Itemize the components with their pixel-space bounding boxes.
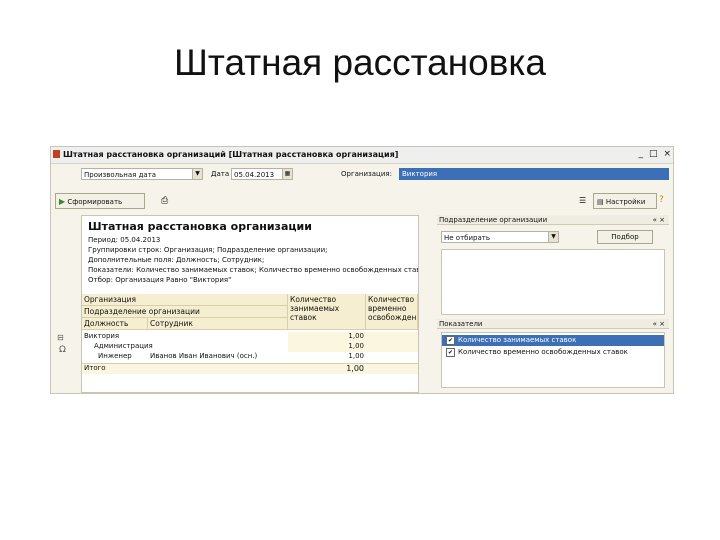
play-icon: ▶ — [59, 197, 66, 206]
collapse-icon[interactable]: ⊟ — [57, 333, 64, 342]
window-title: Штатная расстановка организаций [Штатная… — [63, 150, 399, 159]
panel-collapse-icon[interactable]: « × — [653, 319, 665, 329]
indicators-panel-title: Показатели — [439, 320, 483, 328]
window-titlebar: Штатная расстановка организаций [Штатная… — [51, 147, 673, 164]
report-param-line: Отбор: Организация Равно "Виктория" — [88, 276, 232, 284]
chevron-down-icon[interactable]: ▼ — [192, 169, 202, 179]
report-param-line: Дополнительные поля: Должность; Сотрудни… — [88, 256, 265, 264]
table-cell-empty — [366, 332, 418, 342]
checkbox-checked-icon[interactable]: ✔ — [446, 347, 455, 357]
calendar-icon[interactable]: ▦ — [282, 169, 292, 179]
table-cell-value: 1,00 — [348, 352, 364, 360]
table-cell-value: 1,00 — [288, 342, 366, 352]
indicator-label: Количество временно освобожденных ставок — [458, 348, 628, 356]
report-param-line: Группировки строк: Организация; Подразде… — [88, 246, 328, 254]
date-value: 05.04.2013 — [234, 171, 275, 179]
indicator-label: Количество занимаемых ставок — [458, 336, 577, 344]
report-area: Штатная расстановка организации Период: … — [81, 215, 419, 393]
generate-label: Сформировать — [67, 198, 123, 206]
dept-panel-header: Подразделение организации « × — [437, 215, 669, 225]
date-label: Дата — [211, 170, 230, 178]
report-param-line: Показатели: Количество занимаемых ставок… — [88, 266, 419, 274]
menu-icon[interactable]: ☰ — [579, 196, 586, 205]
pick-button[interactable]: Подбор — [597, 230, 653, 244]
generate-button[interactable]: ▶ Сформировать — [55, 193, 145, 209]
table-row-employee: Иванов Иван Иванович (осн.) — [150, 352, 258, 360]
help-icon[interactable]: ? — [659, 195, 664, 205]
report-param-line: Период: 05.04.2013 — [88, 236, 161, 244]
table-row-position: Инженер — [98, 352, 132, 360]
report-window: Штатная расстановка организаций [Штатная… — [50, 146, 674, 394]
table-cell-empty — [366, 342, 418, 352]
indicators-panel-header: Показатели « × — [437, 319, 669, 329]
org-label: Организация: — [341, 170, 392, 178]
date-field[interactable]: 05.04.2013 ▦ — [231, 168, 293, 180]
period-combo-value: Произвольная дата — [84, 171, 157, 179]
header-position: Должность — [82, 318, 148, 330]
total-empty — [366, 363, 418, 374]
header-count-free: Количество временно освобожденных — [366, 294, 418, 330]
document-icon — [53, 150, 60, 158]
minimize-icon[interactable]: _ — [638, 149, 643, 159]
close-icon[interactable]: × — [663, 149, 671, 159]
indicator-item[interactable]: ✔ Количество временно освобожденных ставо… — [442, 347, 664, 358]
total-value: 1,00 — [288, 363, 366, 374]
print-icon[interactable]: ⎙ — [161, 196, 168, 206]
indicators-list: ✔ Количество занимаемых ставок ✔ Количеств… — [441, 332, 665, 388]
period-combo[interactable]: Произвольная дата ▼ — [81, 168, 203, 180]
dept-filter-value: Не отбирать — [444, 234, 490, 242]
tree-branch-icon: Ω — [59, 345, 66, 355]
header-count-occupied: Количество занимаемых ставок — [288, 294, 366, 330]
settings-side-panel: Подразделение организации « × Не отбират… — [437, 215, 669, 391]
settings-icon: ▤ — [597, 198, 604, 206]
grouping-outline: ⊟ Ω — [51, 333, 79, 393]
org-field[interactable]: Виктория — [399, 168, 669, 180]
header-employee: Сотрудник — [148, 318, 288, 330]
slide-title: Штатная расстановка — [174, 42, 546, 83]
header-org: Организация — [82, 294, 288, 306]
report-title: Штатная расстановка организации — [88, 220, 312, 233]
settings-button[interactable]: ▤ Настройки — [593, 193, 657, 209]
checkbox-checked-icon[interactable]: ✔ — [446, 335, 455, 345]
maximize-icon[interactable]: □ — [649, 149, 658, 159]
chevron-down-icon[interactable]: ▼ — [548, 232, 558, 242]
dept-panel-title: Подразделение организации — [439, 216, 548, 224]
table-row-org: Виктория — [84, 332, 120, 340]
dept-filter-combo[interactable]: Не отбирать ▼ — [441, 231, 559, 243]
total-label: Итого — [82, 363, 288, 374]
header-dept: Подразделение организации — [82, 306, 288, 318]
table-row-dept: Администрация — [94, 342, 153, 350]
settings-label: Настройки — [605, 198, 646, 206]
panel-collapse-icon[interactable]: « × — [653, 215, 665, 225]
table-cell-value: 1,00 — [288, 332, 366, 342]
indicator-item[interactable]: ✔ Количество занимаемых ставок — [442, 335, 664, 346]
dept-list[interactable] — [441, 249, 665, 315]
